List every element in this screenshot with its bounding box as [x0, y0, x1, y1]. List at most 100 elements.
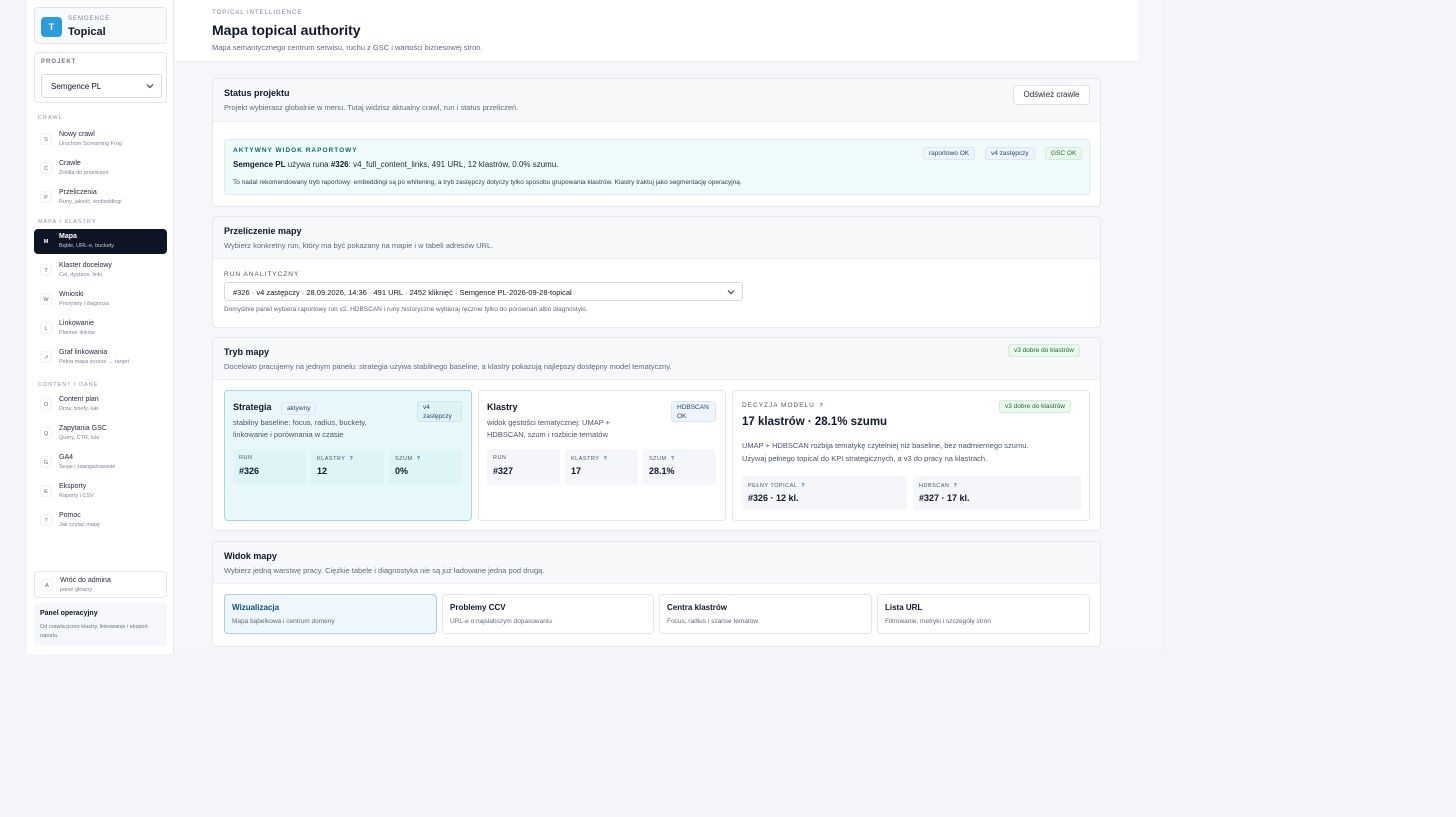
- sidebar-item-title: Linkowanie: [59, 320, 95, 327]
- recalc-panel-head: Przeliczenie mapy Wybierz konkretny run,…: [213, 217, 1100, 259]
- sidebar-item-sub: Priorytety i diagnoza: [59, 301, 109, 307]
- sidebar-item-wnioski[interactable]: W Wnioski Priorytety i diagnoza: [34, 287, 167, 312]
- back-to-admin-button[interactable]: A Wróć do admina panel główny: [34, 571, 167, 598]
- sidebar-item-title: Zapytania GSC: [59, 425, 107, 432]
- tab-url-list[interactable]: Lista URL Filtrowanie, metryki i szczegó…: [877, 594, 1090, 634]
- brand-title: Topical: [68, 26, 106, 38]
- run-select[interactable]: #326 · v4 zastępczy · 28.09.2026, 14:36 …: [224, 282, 743, 301]
- sidebar-item-content-plan[interactable]: O Content plan Drzw, briefy, luki: [34, 392, 167, 417]
- stat-value: #326 · 12 kl.: [748, 493, 799, 503]
- sidebar-item-sub: Cel, dystans, linki: [59, 272, 102, 278]
- run-number: #326: [330, 160, 349, 169]
- active-report-view: AKTYWNY WIDOK RAPORTOWY Semgence PL używ…: [224, 139, 1090, 195]
- stat-label-wrap: KLASTRY ?: [571, 455, 609, 463]
- mode-card-clusters[interactable]: Klastry HDBSCAN OK widok gęstości tematy…: [478, 390, 726, 521]
- sidebar-item-mapa[interactable]: M Mapa Bąble, URL-e, buckety: [34, 229, 167, 254]
- stat-label: SZUM: [649, 456, 667, 462]
- help-icon[interactable]: ?: [669, 455, 677, 463]
- sidebar-item-crawle[interactable]: C Crawle Źródła do przeliczeń: [34, 156, 167, 181]
- help-icon[interactable]: ?: [601, 455, 609, 463]
- tab-ccv-problems[interactable]: Problemy CCV URL-e o najsłabszym dopasow…: [442, 594, 654, 634]
- help-icon: ?: [40, 514, 52, 526]
- stat-label-wrap: HDBSCAN ?: [919, 482, 959, 490]
- project-label: PROJEKT: [41, 59, 77, 65]
- project-picker: PROJEKT Semgence PL: [34, 52, 167, 103]
- brand-card[interactable]: T SEMGENCE Topical: [34, 7, 167, 44]
- sidebar-item-przeliczenia[interactable]: P Przeliczenia Runy, jakość, embeddingi: [34, 185, 167, 210]
- gsc-queries-icon: Q: [40, 427, 52, 439]
- clusters-desc-line2: HDBSCAN, szum i rozbicie tematów: [487, 429, 608, 439]
- help-icon[interactable]: ?: [951, 482, 959, 490]
- help-icon[interactable]: ?: [415, 455, 423, 463]
- decision-headline: 17 klastrów · 28.1% szumu: [742, 416, 888, 428]
- section-map: MAPA I KLASTRY: [38, 219, 97, 225]
- active-report-kicker: AKTYWNY WIDOK RAPORTOWY: [233, 147, 358, 154]
- sidebar-item-title: Wnioski: [59, 291, 84, 298]
- sidebar-item-linkowanie[interactable]: L Linkowanie Planner linków: [34, 316, 167, 341]
- project-select-value: Semgence PL: [51, 82, 102, 91]
- sidebar-item-sub: Raporty i CSV: [59, 493, 94, 499]
- sidebar-item-ga4[interactable]: G GA4 Sesje i zaangażowanie: [34, 450, 167, 475]
- clusters-model-badge: HDBSCAN OK: [671, 401, 716, 422]
- run-select-note: Domyślnie panel wybiera raportowy run v2…: [224, 306, 588, 313]
- stat-value: 17: [571, 466, 582, 476]
- clusters-description: widok gęstości tematycznej: UMAP + HDBSC…: [487, 417, 610, 440]
- map-mode-subtitle: Docelowo pracujemy na jednym panelu: str…: [224, 362, 672, 371]
- help-icon[interactable]: ?: [818, 402, 826, 410]
- status-title: Status projektu: [224, 88, 290, 98]
- brand-kicker: SEMGENCE: [68, 16, 111, 22]
- strategy-title: Strategia: [233, 402, 272, 412]
- linking-icon: L: [40, 322, 52, 334]
- ops-subtitle: Od crawla przez klastry, linkowanie i ek…: [40, 624, 148, 639]
- tab-title: Problemy CCV: [450, 603, 506, 612]
- page-header: TOPICAL INTELLIGENCE Mapa topical author…: [175, 0, 1138, 62]
- sidebar-item-sub: Uruchom Screaming Frog: [59, 141, 122, 147]
- refresh-crawls-button[interactable]: Odśwież crawle: [1013, 85, 1090, 105]
- sidebar-item-graf-linkowania[interactable]: ↗ Graf linkowania Pełna mapa source → ta…: [34, 345, 167, 370]
- clusters-desc-line1: widok gęstości tematycznej: UMAP +: [487, 418, 611, 427]
- strategy-version-tag2: zastępczy: [423, 413, 452, 420]
- map-icon: M: [40, 235, 52, 247]
- crawls-icon: C: [40, 162, 52, 174]
- back-to-admin-inner: A Wróć do admina panel główny: [35, 573, 166, 598]
- clusters-model-tag2: OK: [677, 413, 687, 420]
- brand-logo: T: [41, 17, 62, 37]
- map-view-subtitle: Wybierz jedną warstwę pracy. Ciężkie tab…: [224, 566, 545, 575]
- sidebar-item-nowy-crawl[interactable]: S Nowy crawl Uruchom Screaming Frog: [34, 127, 167, 152]
- project-select[interactable]: Semgence PL: [41, 74, 162, 98]
- target-cluster-icon: T: [40, 264, 52, 276]
- summary-a: używa runa: [285, 160, 331, 169]
- clusters-stat-noise: SZUM ? 28.1%: [643, 449, 716, 485]
- exports-icon: E: [40, 485, 52, 497]
- sidebar-item-sub: Sesje i zaangażowanie: [59, 464, 116, 470]
- sidebar-item-pomoc[interactable]: ? Pomoc Jak czytać mapę: [34, 508, 167, 533]
- clusters-stat-clusters: KLASTRY ? 17: [565, 449, 638, 485]
- sidebar-item-zapytania-gsc[interactable]: Q Zapytania GSC Query, CTR, luki: [34, 421, 167, 446]
- sidebar-item-sub: Runy, jakość, embeddingi: [59, 199, 122, 205]
- sidebar-item-sub: Jak czytać mapę: [59, 522, 100, 528]
- mode-card-strategy[interactable]: Strategia aktywny v4 zastępczy stabilny …: [224, 390, 472, 521]
- sidebar-item-title: Klaster docelowy: [59, 262, 112, 269]
- status-panel: Status projektu Projekt wybierasz global…: [212, 78, 1101, 207]
- sidebar-item-title: Content plan: [59, 396, 99, 403]
- help-icon[interactable]: ?: [347, 455, 355, 463]
- admin-icon: A: [41, 579, 53, 591]
- decision-desc-line2: Używaj pełnego topical do KPI strategicz…: [742, 454, 988, 463]
- clusters-stat-run: RUN #327: [487, 449, 560, 485]
- map-view-head: Widok mapy Wybierz jedną warstwę pracy. …: [213, 542, 1100, 584]
- tab-visualization[interactable]: Wizualizacja Mapa bąbelkowa i centrum do…: [224, 594, 437, 634]
- stat-label: RUN: [239, 455, 253, 461]
- map-mode-badge: v3 dobre do klastrów: [1008, 344, 1080, 357]
- sidebar-item-klaster-docelowy[interactable]: T Klaster docelowy Cel, dystans, linki: [34, 258, 167, 283]
- decision-description: UMAP + HDBSCAN rozbija tematykę czytelni…: [742, 439, 1028, 465]
- status-panel-head: Status projektu Projekt wybierasz global…: [213, 79, 1100, 122]
- sidebar-item-eksporty[interactable]: E Eksporty Raporty i CSV: [34, 479, 167, 504]
- new-crawl-icon: S: [40, 133, 52, 145]
- help-icon[interactable]: ?: [799, 482, 807, 490]
- strategy-desc-line1: stabilny baseline: focus, radius, bucket…: [233, 418, 367, 427]
- stat-label: KLASTRY: [317, 456, 346, 462]
- back-sub: panel główny: [60, 587, 93, 593]
- link-graph-icon: ↗: [40, 351, 52, 363]
- tab-cluster-centers[interactable]: Centra klastrów Focus, radius i szanse t…: [659, 594, 872, 634]
- section-content: CONTENT I DANE: [38, 382, 99, 388]
